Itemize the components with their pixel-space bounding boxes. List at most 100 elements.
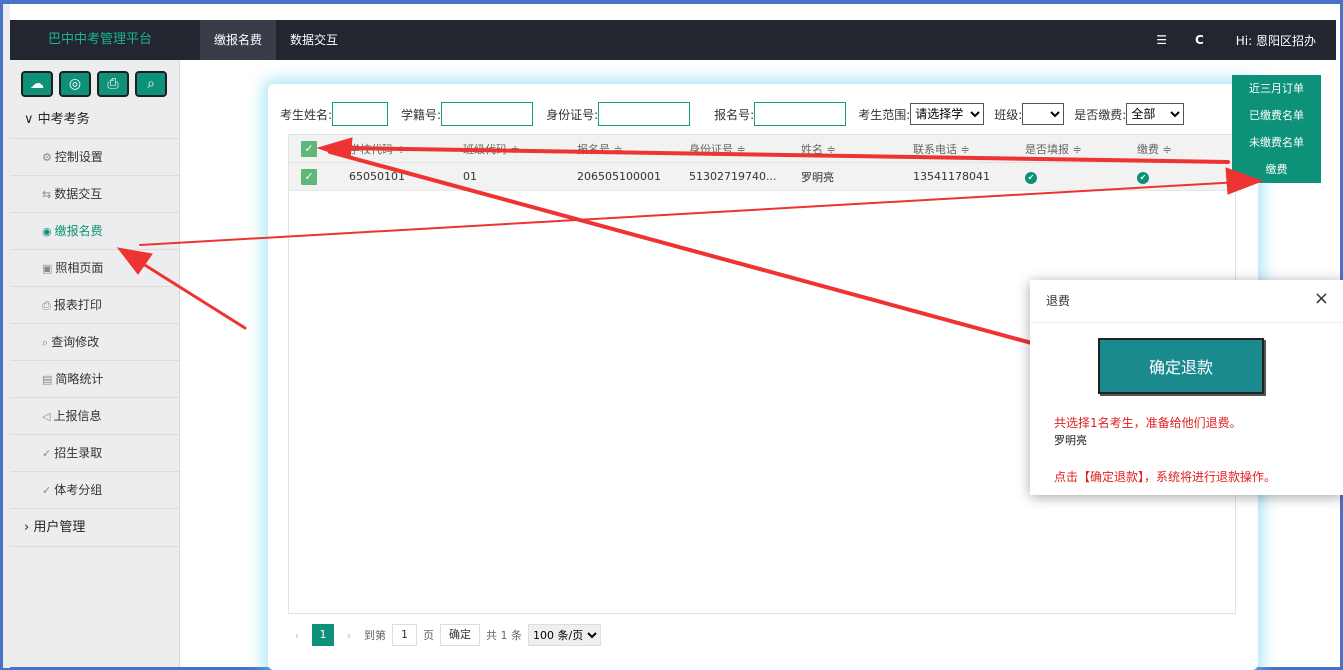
baominghao-input[interactable] — [754, 102, 847, 126]
table-row[interactable]: ✓ 65050101 01 206505100001 51302719740..… — [289, 163, 1235, 191]
sidebar-item-label: 报表打印 — [53, 298, 102, 312]
class-label: 班级: — [994, 107, 1023, 122]
sidebar-item-zhaoxiangyemian[interactable]: ▣ 照相页面 — [10, 250, 179, 287]
name-label: 考生姓名: — [280, 107, 333, 122]
prev-page-icon[interactable]: ‹ — [288, 629, 306, 642]
sidebar-item-zhaoshengluqu[interactable]: ✓ 招生录取 — [10, 435, 179, 472]
refund-dialog: 退费 × 确定退款 共选择1名考生，准备给他们退费。 罗明亮 点击【确定退款】，… — [1030, 280, 1343, 495]
print-icon: ⎙ — [42, 299, 51, 312]
sidebar-item-label: 数据交互 — [54, 187, 103, 201]
cell-school-code: 65050101 — [349, 170, 405, 183]
top-margin — [10, 4, 1336, 20]
unpaid-list-button[interactable]: 未缴费名单 — [1232, 129, 1321, 156]
camera-icon[interactable]: ◎ — [59, 71, 91, 97]
sidebar-icon-row: ☁ ◎ ⎙ ⌕ — [10, 60, 179, 97]
page-1-button[interactable]: 1 — [312, 624, 334, 646]
dialog-message-selected: 共选择1名考生，准备给他们退费。 — [1054, 416, 1242, 430]
top-bar: 巴中中考管理平台 缴报名费 数据交互 ☰ C Hi: 恩阳区招办 — [10, 20, 1336, 60]
close-icon[interactable]: × — [1314, 288, 1329, 309]
gear-icon: ⚙ — [42, 151, 52, 164]
col-baominghao[interactable]: 报名号 ≑ — [565, 141, 677, 157]
col-class-code[interactable]: 班级代码 ≑ — [451, 141, 565, 157]
goto-label: 到第 — [364, 629, 386, 642]
tab-jiaobaomingfei[interactable]: 缴报名费 — [200, 20, 277, 60]
sidebar-item-label: 简略统计 — [55, 372, 104, 386]
printer-icon[interactable]: ⎙ — [97, 71, 129, 97]
sidebar-group-zhongkaokaowu[interactable]: ∨ 中考考务 — [10, 101, 179, 139]
page-input[interactable]: 1 — [392, 624, 417, 646]
idcard-label: 身份证号: — [546, 107, 599, 122]
cell-paid: ✔ — [1125, 170, 1225, 184]
check-icon: ✓ — [42, 447, 52, 460]
sidebar-item-shangbaoxinxi[interactable]: ◁ 上报信息 — [10, 398, 179, 435]
recent-orders-button[interactable]: 近三月订单 — [1232, 75, 1321, 102]
class-select[interactable] — [1022, 103, 1065, 125]
select-all-checkbox[interactable]: ✓ — [301, 140, 317, 157]
cell-filled: ✔ — [1013, 170, 1125, 184]
photo-icon: ▣ — [42, 262, 53, 275]
col-name[interactable]: 姓名 ≑ — [789, 141, 901, 157]
sidebar-item-shujujiaohu[interactable]: ⇆ 数据交互 — [10, 176, 179, 213]
col-idcard[interactable]: 身份证号 ≑ — [677, 141, 789, 157]
sidebar-group-yonghuguanli[interactable]: › 用户管理 — [10, 509, 179, 547]
col-filled[interactable]: 是否填报 ≑ — [1013, 141, 1125, 157]
paid-label: 是否缴费: — [1074, 107, 1127, 122]
dialog-divider — [1030, 322, 1343, 323]
search-icon[interactable]: ⌕ — [135, 71, 167, 97]
baominghao-label: 报名号: — [714, 107, 755, 122]
menu-icon[interactable]: ☰ — [1156, 33, 1167, 47]
range-label: 考生范围: — [858, 107, 911, 122]
cell-name: 罗明亮 — [801, 170, 834, 184]
row-checkbox-cell: ✓ — [289, 168, 337, 185]
xuejihao-input[interactable] — [441, 102, 534, 126]
range-select[interactable]: 请选择学 — [910, 103, 985, 125]
paid-list-button[interactable]: 已缴费名单 — [1232, 102, 1321, 129]
upload-cloud-icon[interactable]: ☁ — [21, 71, 53, 97]
tab-shujujiaohu[interactable]: 数据交互 — [276, 20, 352, 60]
sidebar-item-baobiaodayin[interactable]: ⎙ 报表打印 — [10, 287, 179, 324]
name-input[interactable] — [332, 102, 389, 126]
brand-title: 巴中中考管理平台 — [47, 32, 152, 47]
col-school-code[interactable]: 学校代码 ≑ — [337, 141, 451, 157]
dialog-message-hint: 点击【确定退款】，系统将进行退款操作。 — [1054, 470, 1277, 484]
sidebar-item-label: 查询修改 — [51, 335, 100, 349]
sidebar-item-kongzhishezhi[interactable]: ⚙ 控制设置 — [10, 139, 179, 176]
per-page-select[interactable]: 100 条/页 — [528, 624, 601, 646]
sidebar: ☁ ◎ ⎙ ⌕ ∨ 中考考务 ⚙ 控制设置 ⇆ 数据交互 ◉ 缴报名费 ▣ 照相页面 ⎙… — [10, 60, 180, 667]
sidebar-item-label: 控制设置 — [54, 150, 103, 164]
next-page-icon[interactable]: › — [340, 629, 358, 642]
chevron-down-icon: ∨ — [24, 112, 38, 127]
sidebar-item-label: 上报信息 — [53, 409, 102, 423]
pay-button[interactable]: 缴费 — [1232, 156, 1321, 183]
confirm-refund-button[interactable]: 确定退款 — [1098, 338, 1264, 394]
pagination: ‹ 1 › 到第 1 页 确定 共 1 条 100 条/页 — [288, 624, 601, 646]
cell-baominghao: 206505100001 — [577, 170, 661, 183]
right-button-group: 近三月订单 已缴费名单 未缴费名单 缴费 — [1232, 75, 1321, 183]
top-nav: 缴报名费 数据交互 — [200, 20, 352, 60]
cell-phone: 13541178041 — [913, 170, 990, 183]
xuejihao-label: 学籍号: — [401, 107, 442, 122]
sidebar-item-tikaofenzu[interactable]: ✓ 体考分组 — [10, 472, 179, 509]
stats-icon: ▤ — [42, 373, 53, 386]
col-paid[interactable]: 缴费 ≑ — [1125, 141, 1225, 157]
check-circle-icon: ✔ — [1025, 171, 1037, 184]
row-checkbox[interactable]: ✓ — [301, 168, 317, 185]
payment-icon: ◉ — [42, 225, 52, 238]
sidebar-item-jiaobaomingfei[interactable]: ◉ 缴报名费 — [10, 213, 179, 250]
goto-confirm-button[interactable]: 确定 — [440, 624, 480, 646]
dialog-title: 退费 — [1046, 294, 1071, 308]
cell-idcard: 51302719740... — [689, 170, 777, 183]
page-unit-label: 页 — [423, 629, 434, 642]
header-checkbox-cell: ✓ — [289, 140, 337, 157]
idcard-input[interactable] — [598, 102, 691, 126]
dialog-student-name: 罗明亮 — [1054, 434, 1087, 447]
user-greeting[interactable]: Hi: 恩阳区招办 — [1236, 32, 1316, 49]
sidebar-group-label: 用户管理 — [33, 520, 86, 535]
paid-select[interactable]: 全部 — [1126, 103, 1185, 125]
refresh-icon[interactable]: C — [1195, 33, 1204, 47]
col-phone[interactable]: 联系电话 ≑ — [901, 141, 1013, 157]
sidebar-item-jianluetongji[interactable]: ▤ 简略统计 — [10, 361, 179, 398]
sidebar-item-chaxunxiugai[interactable]: ⌕ 查询修改 — [10, 324, 179, 361]
filter-bar: 考生姓名: 学籍号: 身份证号: 报名号: 考生范围: 请选择学 班级: 是否缴… — [280, 102, 1185, 126]
cell-class-code: 01 — [463, 170, 477, 183]
